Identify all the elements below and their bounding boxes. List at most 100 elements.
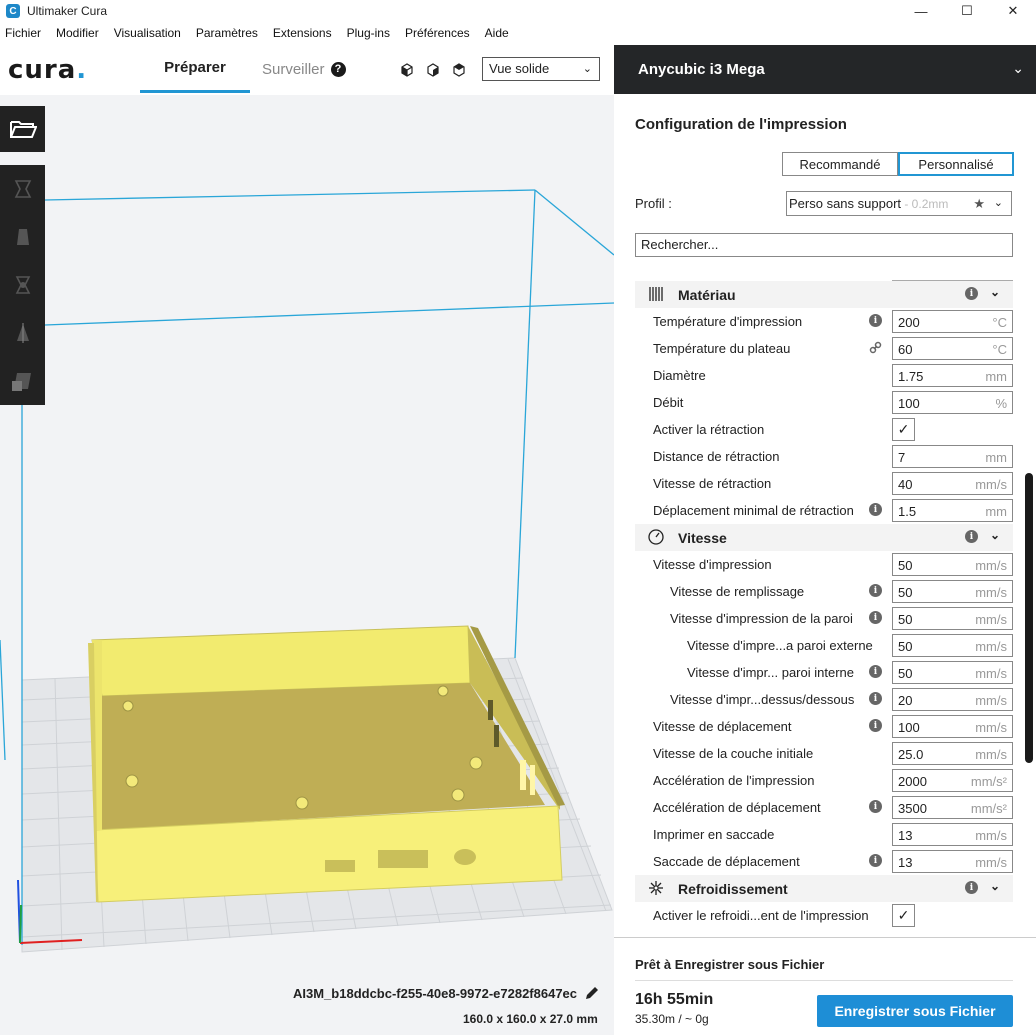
maximize-button[interactable]: ☐: [944, 0, 990, 22]
setting-label: Vitesse d'impr... paroi interne: [687, 665, 854, 680]
setting-row: Diamètre 1.75 mm: [635, 362, 1013, 389]
menu-fichier[interactable]: Fichier: [5, 26, 41, 44]
save-to-file-button[interactable]: Enregistrer sous Fichier: [817, 995, 1013, 1027]
top-view-cube-icon[interactable]: [449, 62, 469, 78]
setting-value-field[interactable]: 3500 mm/s²: [892, 796, 1013, 819]
minimize-button[interactable]: —: [898, 0, 944, 22]
setting-unit: mm: [985, 450, 1007, 465]
3d-viewport[interactable]: [0, 45, 614, 1035]
speed-gauge-icon: [648, 529, 664, 545]
chevron-down-icon[interactable]: ⌄: [990, 285, 1000, 299]
setting-value-field[interactable]: 50 mm/s: [892, 553, 1013, 576]
setting-value-field[interactable]: 200 °C: [892, 310, 1013, 333]
settings-scrollbar[interactable]: [1025, 473, 1033, 763]
menu-visualisation[interactable]: Visualisation: [114, 26, 181, 44]
setting-value-field[interactable]: 50 mm/s: [892, 634, 1013, 657]
scale-tool[interactable]: [0, 213, 45, 261]
menu-modifier[interactable]: Modifier: [56, 26, 99, 44]
info-icon[interactable]: i: [869, 314, 882, 327]
setting-value-field[interactable]: 13 mm/s: [892, 823, 1013, 846]
settings-search-input[interactable]: Rechercher...: [635, 233, 1013, 257]
model-enclosure[interactable]: [88, 625, 565, 903]
3d-view-cube-icon[interactable]: [397, 62, 417, 78]
category-cooling[interactable]: Refroidissement i ⌄: [635, 875, 1013, 902]
info-icon[interactable]: i: [965, 530, 978, 543]
model-filename: AI3M_b18ddcbc-f255-40e8-9972-e7282f8647e…: [293, 986, 578, 1001]
menu-preferences[interactable]: Préférences: [405, 26, 470, 44]
setting-value: 40: [898, 477, 913, 492]
profile-select[interactable]: Perso sans support - 0.2mm ★ ⌄: [786, 191, 1012, 216]
setting-value: 100: [898, 720, 920, 735]
info-icon[interactable]: i: [869, 503, 882, 516]
cura-logo: cura.: [8, 55, 88, 85]
info-icon[interactable]: i: [869, 584, 882, 597]
info-icon[interactable]: i: [869, 800, 882, 813]
pencil-edit-icon[interactable]: [584, 985, 600, 1001]
setting-checkbox[interactable]: ✓: [892, 418, 915, 441]
chevron-down-icon[interactable]: ⌄: [990, 528, 1000, 542]
output-panel: Prêt à Enregistrer sous Fichier 16h 55mi…: [614, 937, 1036, 1035]
setting-value-field[interactable]: 7 mm: [892, 445, 1013, 468]
help-icon[interactable]: ?: [330, 61, 346, 77]
setting-value-field[interactable]: 1.75 mm: [892, 364, 1013, 387]
setting-row: Vitesse de rétraction 40 mm/s: [635, 470, 1013, 497]
tab-prepare[interactable]: Préparer: [140, 45, 250, 93]
per-model-settings-tool[interactable]: [0, 357, 45, 405]
chevron-down-icon[interactable]: ⌄: [990, 879, 1000, 893]
setting-checkbox[interactable]: ✓: [892, 904, 915, 927]
tab-monitor[interactable]: Surveiller ?: [262, 45, 346, 93]
info-icon[interactable]: i: [869, 719, 882, 732]
custom-mode-button[interactable]: Personnalisé: [898, 152, 1014, 176]
mirror-tool[interactable]: [0, 309, 45, 357]
menu-aide[interactable]: Aide: [485, 26, 509, 44]
printer-selector[interactable]: Anycubic i3 Mega ⌄: [614, 45, 1036, 94]
move-tool[interactable]: [0, 165, 45, 213]
setting-value-field[interactable]: 100%: [892, 391, 1013, 414]
setting-value-field[interactable]: 1.5 mm: [892, 499, 1013, 522]
info-icon[interactable]: i: [869, 854, 882, 867]
menu-plugins[interactable]: Plug-ins: [347, 26, 390, 44]
setting-unit: mm/s: [975, 639, 1007, 654]
category-speed[interactable]: Vitesse i ⌄: [635, 524, 1013, 551]
view-mode-select[interactable]: Vue solide ⌄: [482, 57, 600, 81]
category-material[interactable]: Matériau i ⌄: [635, 281, 1013, 308]
front-view-cube-icon[interactable]: [423, 62, 443, 78]
setting-value-field[interactable]: 50 mm/s: [892, 580, 1013, 603]
info-icon[interactable]: i: [965, 287, 978, 300]
setting-label: Accélération de déplacement: [653, 800, 821, 815]
cura-app-icon: C: [6, 4, 20, 18]
menu-extensions[interactable]: Extensions: [273, 26, 332, 44]
info-icon[interactable]: i: [965, 881, 978, 894]
setting-value-field[interactable]: 50 mm/s: [892, 607, 1013, 630]
setting-value: 50: [898, 666, 913, 681]
open-file-button[interactable]: [0, 106, 45, 152]
printer-name: Anycubic i3 Mega: [638, 61, 765, 78]
info-icon[interactable]: i: [869, 692, 882, 705]
close-button[interactable]: ✕: [990, 0, 1036, 22]
setting-unit: mm/s: [975, 855, 1007, 870]
setting-value-field[interactable]: 40 mm/s: [892, 472, 1013, 495]
setting-value-field[interactable]: 20 mm/s: [892, 688, 1013, 711]
star-icon[interactable]: ★: [973, 192, 985, 215]
build-plate-scene: [0, 189, 614, 953]
info-icon[interactable]: i: [869, 611, 882, 624]
setting-value-field[interactable]: 2000 mm/s²: [892, 769, 1013, 792]
per-model-settings-icon: [11, 373, 31, 391]
setting-value: 1.5: [898, 504, 917, 519]
setting-value-field[interactable]: 25.0 mm/s: [892, 742, 1013, 765]
recommended-mode-button[interactable]: Recommandé: [782, 152, 898, 176]
setting-unit: mm/s: [975, 612, 1007, 627]
menu-parametres[interactable]: Paramètres: [196, 26, 258, 44]
setting-value-field[interactable]: 100 mm/s: [892, 715, 1013, 738]
info-icon[interactable]: i: [869, 665, 882, 678]
rotate-tool[interactable]: [0, 261, 45, 309]
setting-value-field[interactable]: 13 mm/s: [892, 850, 1013, 873]
setting-label: Vitesse d'impression: [653, 557, 772, 572]
setting-value-field[interactable]: 50 mm/s: [892, 661, 1013, 684]
setting-value-field[interactable]: 60 °C: [892, 337, 1013, 360]
setting-row: Distance de rétraction 7 mm: [635, 443, 1013, 470]
setting-unit: mm/s: [975, 828, 1007, 843]
link-icon[interactable]: [869, 341, 882, 357]
setting-unit: mm/s²: [970, 801, 1007, 816]
setting-row: Vitesse d'impr...dessus/dessous i 20 mm/s: [635, 686, 1013, 713]
